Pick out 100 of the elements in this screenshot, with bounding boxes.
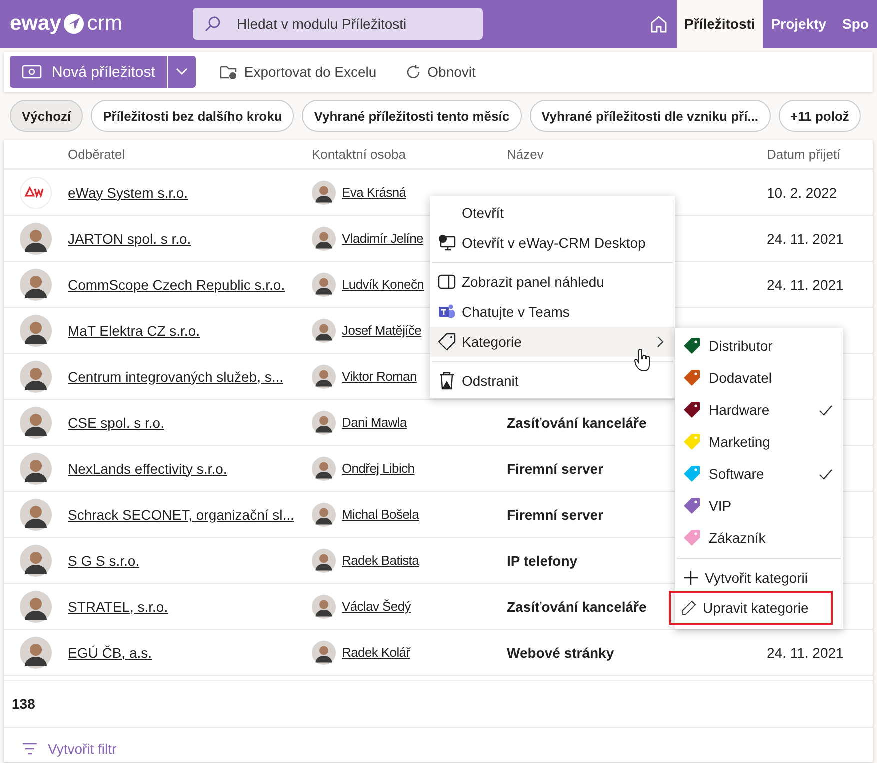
opportunity-name: Firemní server xyxy=(507,506,604,522)
monitor-icon xyxy=(438,234,456,252)
customer-link[interactable]: STRATEL, s.r.o. xyxy=(68,598,168,614)
contact-link[interactable]: Václav Šedý xyxy=(342,599,411,614)
customer-link[interactable]: EGÚ ČB, a.s. xyxy=(68,644,152,660)
avatar xyxy=(20,636,52,668)
category-item[interactable]: VIP xyxy=(675,490,843,522)
avatar xyxy=(312,410,336,434)
contact-link[interactable]: Ondřej Libich xyxy=(342,461,415,476)
column-header[interactable]: Kontaktní osoba xyxy=(312,146,507,162)
contact-link[interactable]: Viktor Roman xyxy=(342,369,417,384)
avatar xyxy=(312,364,336,388)
avatar xyxy=(20,406,52,438)
customer-link[interactable]: MaT Elektra CZ s.r.o. xyxy=(68,322,200,338)
menu-item[interactable]: Zobrazit panel náhledu xyxy=(430,267,675,297)
create-filter-button[interactable]: Vytvořit filtr xyxy=(16,740,123,758)
search-icon xyxy=(205,16,221,32)
contact-link[interactable]: Dani Mawla xyxy=(342,415,407,430)
contact-link[interactable]: Josef Matějíče xyxy=(342,323,422,338)
panel-icon xyxy=(438,274,456,290)
contact-link[interactable]: Radek Kolář xyxy=(342,645,410,660)
record-count: 138 xyxy=(12,696,36,712)
date-text: 24. 11. 2021 xyxy=(767,644,844,660)
date-text: 24. 11. 2021 xyxy=(767,230,844,246)
filter-icon xyxy=(22,743,38,755)
menu-item[interactable]: Odstranit xyxy=(430,366,675,396)
filter-chip[interactable]: Výchozí xyxy=(10,100,84,132)
logo-icon xyxy=(63,13,86,35)
menu-item[interactable]: Otevřít xyxy=(430,198,675,228)
chevron-right-icon xyxy=(657,336,665,348)
avatar xyxy=(20,544,52,576)
customer-link[interactable]: Schrack SECONET, organizační sl... xyxy=(68,506,294,522)
toolbar-button[interactable]: Obnovit xyxy=(400,64,480,80)
avatar xyxy=(20,360,52,392)
toolbar-button[interactable]: Exportovat do Excelu xyxy=(216,64,381,80)
customer-link[interactable]: Centrum integrovaných služeb, s... xyxy=(68,368,284,384)
category-item[interactable]: Marketing xyxy=(675,426,843,458)
avatar xyxy=(312,640,336,664)
avatar xyxy=(20,452,52,484)
avatar xyxy=(20,590,52,622)
opportunity-name: Webové stránky xyxy=(507,644,614,660)
contact-link[interactable]: Ludvík Konečn xyxy=(342,277,424,292)
filter-chip[interactable]: Příležitosti bez dalšího kroku xyxy=(91,100,294,132)
plus-icon xyxy=(683,570,699,586)
filter-chip[interactable]: +11 polož xyxy=(778,100,862,132)
customer-link[interactable]: NexLands effectivity s.r.o. xyxy=(68,460,228,476)
opportunity-name: Firemní server xyxy=(507,460,604,476)
filter-chip[interactable]: Vyhrané příležitosti tento měsíc xyxy=(302,100,522,132)
opportunity-name: Zasíťování kanceláře xyxy=(507,414,647,430)
date-text: 10. 2. 2022 xyxy=(767,184,838,200)
home-icon[interactable] xyxy=(648,14,668,34)
avatar xyxy=(312,502,336,526)
contact-link[interactable]: Michal Bošela xyxy=(342,507,420,522)
customer-link[interactable]: S G S s.r.o. xyxy=(68,552,140,568)
logo-icon xyxy=(20,176,52,208)
pencil-icon xyxy=(681,600,697,616)
menu-item[interactable]: Kategorie xyxy=(430,327,675,357)
dropdown-button[interactable] xyxy=(168,56,196,88)
customer-link[interactable]: eWay System s.r.o. xyxy=(68,184,188,200)
category-item[interactable]: Dodavatel xyxy=(675,362,843,394)
date-text: 24. 11. 2021 xyxy=(767,276,844,292)
contact-link[interactable]: Radek Batista xyxy=(342,553,420,568)
filter-chip[interactable]: Vyhrané příležitosti dle vzniku pří... xyxy=(530,100,771,132)
customer-link[interactable]: JARTON spol. s r.o. xyxy=(68,230,192,246)
nav-tab[interactable]: Příležitosti xyxy=(676,0,764,48)
menu-item[interactable]: Otevřít v eWay-CRM Desktop xyxy=(430,228,675,258)
avatar xyxy=(20,498,52,530)
column-header[interactable]: Datum přijetí xyxy=(767,146,873,162)
column-header[interactable]: Odběratel xyxy=(68,146,312,162)
menu-item[interactable]: Chatujte v Teams xyxy=(430,297,675,327)
menu-item[interactable]: Vytvořit kategorii xyxy=(675,563,843,593)
menu-item[interactable]: Upravit kategorie xyxy=(671,593,831,623)
avatar xyxy=(312,180,336,204)
search-box[interactable]: Hledat v modulu Příležitosti xyxy=(193,8,483,40)
column-header[interactable]: Název xyxy=(507,146,767,162)
new-opportunity-button[interactable]: Nová příležitost xyxy=(10,56,168,88)
category-item[interactable]: Distributor xyxy=(675,330,843,362)
hand-cursor-icon xyxy=(634,349,652,373)
chevron-down-icon xyxy=(176,68,188,76)
search-field[interactable]: Hledat v modulu Příležitosti xyxy=(235,15,469,33)
contact-link[interactable]: Vladimír Jelíne xyxy=(342,231,424,246)
nav-tab[interactable]: Projekty xyxy=(763,0,835,48)
customer-link[interactable]: CSE spol. s r.o. xyxy=(68,414,164,430)
folder-icon xyxy=(220,64,238,80)
avatar xyxy=(20,268,52,300)
avatar xyxy=(312,594,336,618)
opportunity-name: IP telefony xyxy=(507,552,578,568)
teams-icon xyxy=(438,304,456,320)
contact-link[interactable]: Eva Krásná xyxy=(342,185,406,200)
nav-tab[interactable]: Spo xyxy=(834,0,877,48)
refresh-icon xyxy=(404,64,422,80)
category-item[interactable]: Hardware xyxy=(675,394,843,426)
logo-text: crm xyxy=(87,12,122,36)
avatar xyxy=(20,314,52,346)
avatar xyxy=(312,548,336,572)
customer-link[interactable]: CommScope Czech Republic s.r.o. xyxy=(68,276,286,292)
trash-icon xyxy=(438,372,456,390)
category-item[interactable]: Zákazník xyxy=(675,522,843,554)
avatar xyxy=(312,456,336,480)
category-item[interactable]: Software xyxy=(675,458,843,490)
